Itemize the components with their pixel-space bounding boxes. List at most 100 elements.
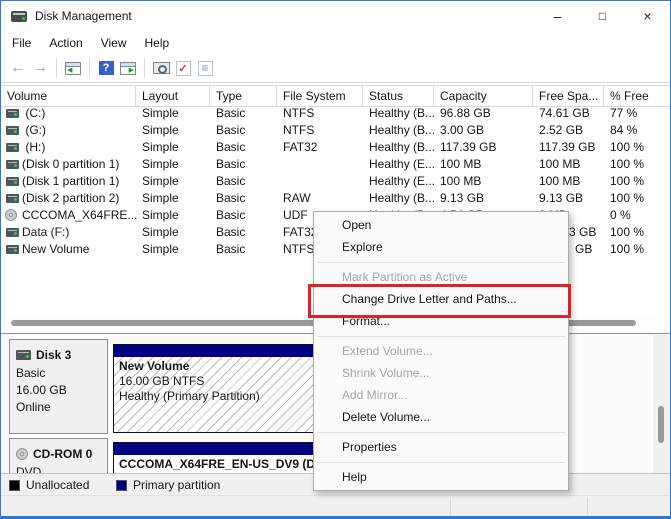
disk-title: Disk 3 xyxy=(16,348,107,362)
cell-status: Healthy (E... xyxy=(369,174,436,188)
menubar-item-action[interactable]: Action xyxy=(40,34,91,52)
cell-status: Healthy (B... xyxy=(369,191,436,205)
disk-icon xyxy=(6,109,19,118)
disk-header-panel-0[interactable]: Disk 3 Basic 16.00 GB Online xyxy=(9,339,108,434)
status-bar xyxy=(1,495,670,516)
disk-icon xyxy=(6,143,19,152)
cell-type: Basic xyxy=(216,242,246,256)
column-header--free[interactable]: % Free xyxy=(604,86,670,106)
window-title: Disk Management xyxy=(35,9,132,23)
disk-info-line: Online xyxy=(16,400,51,414)
cell-volume: (Disk 2 partition 2) xyxy=(1,190,136,207)
cell-free: 100 MB xyxy=(539,174,581,188)
cell-pct: 0 % xyxy=(610,208,631,222)
status-bar-divider xyxy=(587,498,588,515)
disk-info-line: Basic xyxy=(16,366,46,380)
cell-volume: (G:) xyxy=(1,122,136,139)
volume-label: (H:) xyxy=(22,140,46,154)
menu-item-delete-volume[interactable]: Delete Volume... xyxy=(314,406,568,428)
menubar-item-file[interactable]: File xyxy=(3,34,40,52)
table-row[interactable]: (Disk 0 partition 1) Simple Basic Healthy (… xyxy=(1,156,670,173)
cell-layout: Simple xyxy=(142,174,179,188)
cell-volume: (H:) xyxy=(1,139,136,156)
menu-separator xyxy=(314,458,568,466)
table-row[interactable]: (C:) Simple Basic NTFS Healthy (B... 96.88 GB… xyxy=(1,105,670,122)
toolbar-help-button[interactable]: ? xyxy=(96,58,116,78)
help-icon: ? xyxy=(98,61,114,75)
table-row[interactable]: (Disk 2 partition 2) Simple Basic RAW Health… xyxy=(1,190,670,207)
column-header-type[interactable]: Type xyxy=(210,86,277,106)
disk-header-panel-1[interactable]: CD-ROM 0 DVD xyxy=(9,438,108,474)
cell-type: Basic xyxy=(216,191,246,205)
toolbar-console-tree-button[interactable]: ◀ xyxy=(63,58,83,78)
cell-volume: New Volume xyxy=(1,241,136,258)
toolbar-check-button[interactable]: ✓ xyxy=(173,58,193,78)
cd-icon xyxy=(5,209,17,221)
toolbar-device-view-button[interactable] xyxy=(151,58,171,78)
toolbar-back-button[interactable]: ← xyxy=(8,58,28,78)
volume-label: Data (F:) xyxy=(22,225,70,239)
cell-status: Healthy (B... xyxy=(369,123,436,137)
disk-title: CD-ROM 0 xyxy=(16,447,107,461)
cell-capacity: 117.39 GB xyxy=(440,140,497,154)
cell-pct: 100 % xyxy=(610,174,645,188)
cell-free: 117.39 GB xyxy=(539,140,596,154)
cell-fs: RAW xyxy=(283,191,311,205)
column-header-volume[interactable]: Volume xyxy=(1,86,136,106)
column-header-free-spa-[interactable]: Free Spa... xyxy=(533,86,604,106)
properties-list-icon: ≡ xyxy=(197,60,213,76)
toolbar: ← → ◀ ? ▶ ✓ ≡ xyxy=(1,54,670,83)
toolbar-separator xyxy=(56,58,57,78)
vertical-scrollbar-thumb[interactable] xyxy=(658,406,664,443)
cell-type: Basic xyxy=(216,106,246,120)
cell-volume: (Disk 1 partition 1) xyxy=(1,173,136,190)
menu-item-properties[interactable]: Properties xyxy=(314,436,568,458)
cd-icon xyxy=(16,448,28,460)
legend-item: Unallocated xyxy=(9,474,89,496)
column-header-layout[interactable]: Layout xyxy=(136,86,210,106)
disk-icon xyxy=(6,177,19,186)
forward-arrow-icon: → xyxy=(32,59,48,76)
disk-icon xyxy=(6,194,19,203)
cell-status: Healthy (B... xyxy=(369,106,436,120)
menubar-item-view[interactable]: View xyxy=(92,34,136,52)
menu-item-open[interactable]: Open xyxy=(314,214,568,236)
column-header-capacity[interactable]: Capacity xyxy=(434,86,533,106)
menu-item-help[interactable]: Help xyxy=(314,466,568,488)
legend-label: Unallocated xyxy=(26,478,90,492)
toolbar-forward-button[interactable]: → xyxy=(30,58,50,78)
cell-pct: 100 % xyxy=(610,191,645,205)
disk-icon xyxy=(6,245,19,254)
disk-management-window: Disk Management – □ × File Action View Help… xyxy=(0,0,671,519)
column-header-file-system[interactable]: File System xyxy=(277,86,363,106)
volume-label: (C:) xyxy=(22,106,46,120)
table-row[interactable]: (G:) Simple Basic NTFS Healthy (B... 3.00 GB 2… xyxy=(1,122,670,139)
toolbar-separator xyxy=(144,58,145,78)
legend-item: Primary partition xyxy=(116,474,220,496)
column-header-status[interactable]: Status xyxy=(363,86,434,106)
disk-icon xyxy=(6,228,19,237)
toolbar-action-pane-button[interactable]: ▶ xyxy=(118,58,138,78)
cell-pct: 84 % xyxy=(610,123,638,137)
disk-icon xyxy=(16,350,31,360)
menubar-item-help[interactable]: Help xyxy=(136,34,179,52)
minimize-button[interactable]: – xyxy=(535,1,580,31)
cell-pct: 100 % xyxy=(610,157,645,171)
close-button[interactable]: × xyxy=(625,1,670,31)
cell-fs xyxy=(277,156,363,173)
cell-capacity: 9.13 GB xyxy=(440,191,485,205)
cell-pct: 100 % xyxy=(610,242,645,256)
cell-volume: CCCOMA_X64FRE... xyxy=(1,207,137,224)
menu-item-explore[interactable]: Explore xyxy=(314,236,568,258)
table-row[interactable]: (Disk 1 partition 1) Simple Basic Healthy (… xyxy=(1,173,670,190)
maximize-button[interactable]: □ xyxy=(580,1,625,31)
cell-pct: 100 % xyxy=(610,225,645,239)
cell-layout: Simple xyxy=(142,123,179,137)
table-row[interactable]: (H:) Simple Basic FAT32 Healthy (B... 117.39 … xyxy=(1,139,670,156)
vertical-scrollbar[interactable] xyxy=(652,335,669,474)
toolbar-properties-button[interactable]: ≡ xyxy=(195,58,215,78)
volume-label: (G:) xyxy=(22,123,46,137)
console-tree-icon: ◀ xyxy=(65,61,81,75)
cell-fs: NTFS xyxy=(283,123,315,137)
disk-name: Disk 3 xyxy=(36,348,72,362)
